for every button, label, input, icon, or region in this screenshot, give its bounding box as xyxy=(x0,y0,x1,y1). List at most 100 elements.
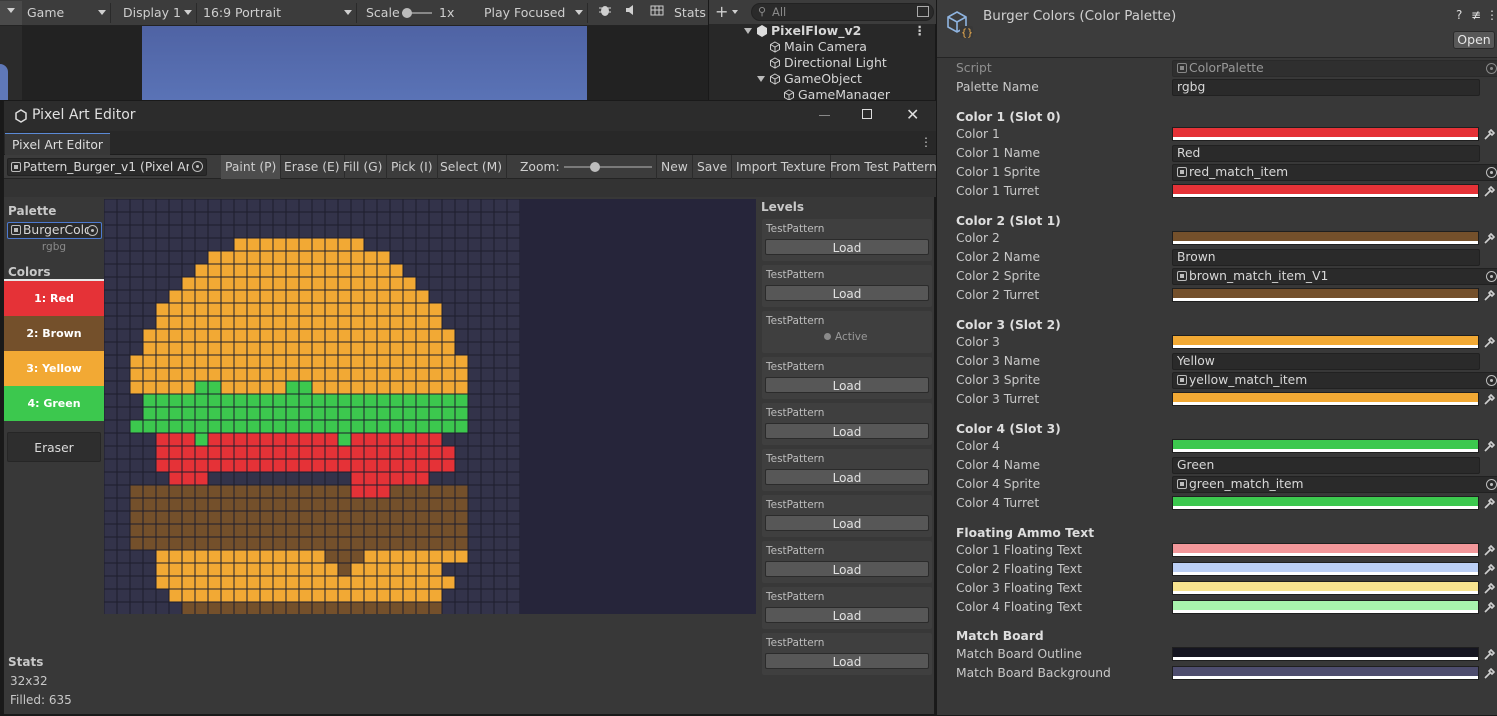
pixel-cell[interactable] xyxy=(507,524,520,537)
pixel-cell[interactable] xyxy=(195,576,208,589)
pixel-cell[interactable] xyxy=(312,537,325,550)
pixel-cell[interactable] xyxy=(169,407,182,420)
pixel-cell[interactable] xyxy=(182,303,195,316)
pixel-cell[interactable] xyxy=(195,446,208,459)
pixel-cell[interactable] xyxy=(455,355,468,368)
object-field[interactable]: yellow_match_item xyxy=(1172,372,1497,389)
pixel-cell[interactable] xyxy=(195,524,208,537)
pixel-cell[interactable] xyxy=(377,199,390,212)
pixel-cell[interactable] xyxy=(416,212,429,225)
pixel-cell[interactable] xyxy=(364,355,377,368)
pixel-cell[interactable] xyxy=(273,485,286,498)
pixel-cell[interactable] xyxy=(143,446,156,459)
view-dropdown[interactable]: Game xyxy=(23,3,111,23)
pixel-cell[interactable] xyxy=(195,225,208,238)
pixel-cell[interactable] xyxy=(221,251,234,264)
pixel-cell[interactable] xyxy=(364,290,377,303)
pixel-cell[interactable] xyxy=(208,511,221,524)
pixel-cell[interactable] xyxy=(208,251,221,264)
pixel-cell[interactable] xyxy=(338,225,351,238)
pixel-cell[interactable] xyxy=(195,212,208,225)
pixel-cell[interactable] xyxy=(364,498,377,511)
pixel-cell[interactable] xyxy=(117,394,130,407)
pixel-cell[interactable] xyxy=(403,407,416,420)
pixel-cell[interactable] xyxy=(455,407,468,420)
pixel-cell[interactable] xyxy=(247,498,260,511)
pixel-cell[interactable] xyxy=(403,264,416,277)
pixel-cell[interactable] xyxy=(429,290,442,303)
pixel-cell[interactable] xyxy=(104,381,117,394)
pixel-cell[interactable] xyxy=(169,316,182,329)
pixel-cell[interactable] xyxy=(117,329,130,342)
pixel-cell[interactable] xyxy=(416,316,429,329)
pixel-cell[interactable] xyxy=(403,342,416,355)
hierarchy-item[interactable]: Main Camera xyxy=(709,39,936,55)
pixel-cell[interactable] xyxy=(429,537,442,550)
display-dropdown[interactable]: Display 1 xyxy=(119,3,197,23)
eyedropper-icon[interactable] xyxy=(1483,393,1496,405)
pixel-cell[interactable] xyxy=(377,576,390,589)
pixel-cell[interactable] xyxy=(260,316,273,329)
close-icon[interactable]: ✕ xyxy=(906,105,919,124)
pixel-cell[interactable] xyxy=(455,511,468,524)
pixel-cell[interactable] xyxy=(468,602,481,615)
pixel-cell[interactable] xyxy=(377,589,390,602)
pixel-cell[interactable] xyxy=(130,407,143,420)
pixel-cell[interactable] xyxy=(286,576,299,589)
pixel-cell[interactable] xyxy=(494,485,507,498)
pixel-cell[interactable] xyxy=(143,407,156,420)
pixel-cell[interactable] xyxy=(286,550,299,563)
scene-more-icon[interactable]: ⋮ xyxy=(914,23,927,39)
pixel-cell[interactable] xyxy=(169,537,182,550)
pixel-cell[interactable] xyxy=(182,485,195,498)
pixel-cell[interactable] xyxy=(507,264,520,277)
pixel-cell[interactable] xyxy=(299,316,312,329)
pixel-cell[interactable] xyxy=(403,524,416,537)
pixel-cell[interactable] xyxy=(455,303,468,316)
pixel-cell[interactable] xyxy=(182,329,195,342)
pixel-cell[interactable] xyxy=(260,199,273,212)
pixel-cell[interactable] xyxy=(286,329,299,342)
pixel-cell[interactable] xyxy=(455,316,468,329)
pixel-cell[interactable] xyxy=(286,537,299,550)
pixel-cell[interactable] xyxy=(429,277,442,290)
pixel-cell[interactable] xyxy=(377,550,390,563)
pixel-cell[interactable] xyxy=(481,537,494,550)
pixel-cell[interactable] xyxy=(221,511,234,524)
pixel-cell[interactable] xyxy=(286,355,299,368)
pixel-cell[interactable] xyxy=(182,407,195,420)
pixel-cell[interactable] xyxy=(273,472,286,485)
pixel-cell[interactable] xyxy=(143,199,156,212)
pixel-cell[interactable] xyxy=(325,511,338,524)
pixel-cell[interactable] xyxy=(455,459,468,472)
pixel-cell[interactable] xyxy=(221,316,234,329)
pixel-cell[interactable] xyxy=(104,342,117,355)
pixel-cell[interactable] xyxy=(104,290,117,303)
pixel-cell[interactable] xyxy=(351,550,364,563)
pixel-cell[interactable] xyxy=(195,251,208,264)
pixel-cell[interactable] xyxy=(234,303,247,316)
pixel-cell[interactable] xyxy=(234,472,247,485)
pixel-cell[interactable] xyxy=(208,368,221,381)
pixel-cell[interactable] xyxy=(208,355,221,368)
pixel-cell[interactable] xyxy=(260,563,273,576)
pixel-cell[interactable] xyxy=(468,407,481,420)
pixel-cell[interactable] xyxy=(325,498,338,511)
pixel-cell[interactable] xyxy=(273,524,286,537)
color-field[interactable] xyxy=(1172,127,1479,141)
eyedropper-icon[interactable] xyxy=(1483,289,1496,301)
pixel-cell[interactable] xyxy=(299,199,312,212)
pixel-cell[interactable] xyxy=(455,225,468,238)
pixel-cell[interactable] xyxy=(390,433,403,446)
chevron-down-icon[interactable] xyxy=(732,10,738,14)
pixel-cell[interactable] xyxy=(260,381,273,394)
pixel-cell[interactable] xyxy=(104,524,117,537)
load-level-button[interactable]: Load xyxy=(765,515,929,531)
pixel-cell[interactable] xyxy=(208,433,221,446)
pixel-cell[interactable] xyxy=(390,342,403,355)
pixel-cell[interactable] xyxy=(429,576,442,589)
pixel-cell[interactable] xyxy=(260,498,273,511)
pixel-cell[interactable] xyxy=(221,277,234,290)
pixel-cell[interactable] xyxy=(169,420,182,433)
pixel-cell[interactable] xyxy=(273,238,286,251)
